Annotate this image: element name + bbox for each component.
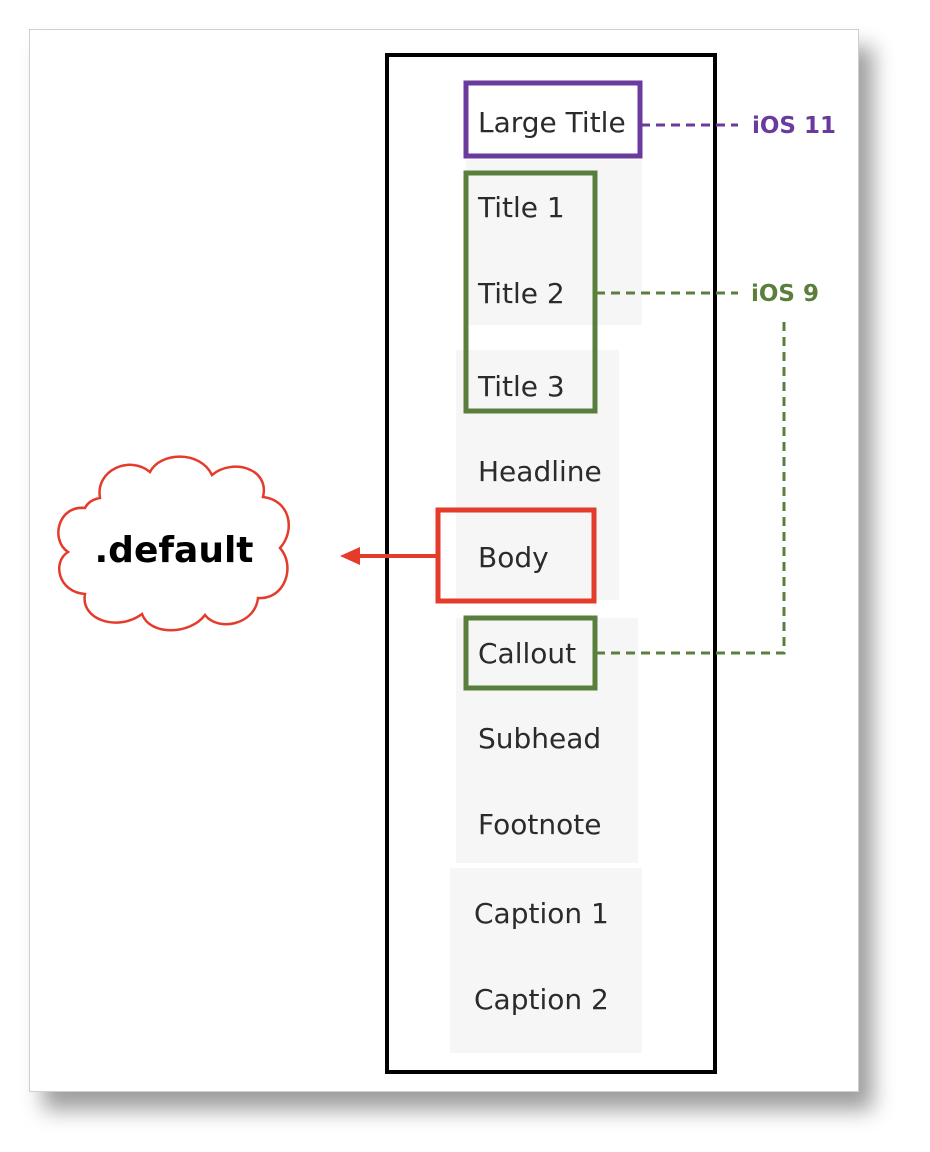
style-footnote: Footnote: [478, 808, 602, 841]
ios9-callout-connector: [596, 318, 786, 655]
ios11-label: iOS 11: [752, 113, 837, 139]
style-title-2: Title 2: [478, 277, 565, 310]
default-arrow-head: [340, 547, 360, 565]
default-cloud-label: .default: [94, 530, 254, 571]
style-subhead: Subhead: [478, 722, 602, 755]
style-body: Body: [478, 541, 549, 574]
style-callout: Callout: [478, 637, 577, 670]
style-caption-1: Caption 1: [474, 897, 609, 930]
style-title-3: Title 3: [478, 370, 565, 403]
style-panel-4: [450, 868, 642, 1053]
ios9-label: iOS 9: [751, 281, 820, 307]
style-large-title: Large Title: [478, 106, 626, 139]
diagram-overlay: [57, 53, 786, 1074]
diagram-canvas: Large Title Title 1 Title 2 Title 3 Head…: [0, 0, 930, 1152]
style-headline: Headline: [478, 455, 602, 488]
style-title-1: Title 1: [478, 191, 565, 224]
style-caption-2: Caption 2: [474, 983, 609, 1016]
